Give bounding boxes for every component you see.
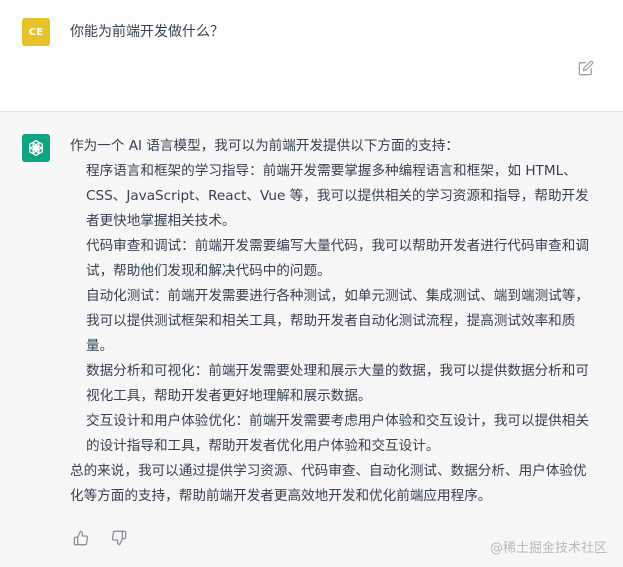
- bot-avatar: [22, 134, 50, 162]
- answer-item-code-review: 代码审查和调试：前端开发需要编写大量代码，我可以帮助开发者进行代码审查和调试，帮…: [86, 238, 589, 279]
- watermark: @稀土掘金技术社区: [489, 541, 607, 556]
- thumbs-down-icon[interactable]: [111, 530, 127, 546]
- answer-summary: 总的来说，我可以通过提供学习资源、代码审查、自动化测试、数据分析、用户体验优化等…: [70, 463, 587, 504]
- user-message-text: 你能为前端开发做什么？: [70, 24, 224, 40]
- answer-intro: 作为一个 AI 语言模型，我可以为前端开发提供以下方面的支持：: [70, 138, 459, 154]
- user-message-block: CE 你能为前端开发做什么？: [0, 0, 623, 112]
- openai-logo-icon: [29, 140, 43, 156]
- user-avatar-initials: CE: [28, 26, 44, 38]
- assistant-answer: 作为一个 AI 语言模型，我可以为前端开发提供以下方面的支持： 程序语言和框架的…: [70, 134, 595, 509]
- assistant-message-block: 作为一个 AI 语言模型，我可以为前端开发提供以下方面的支持： 程序语言和框架的…: [0, 112, 623, 567]
- answer-item-learning: 程序语言和框架的学习指导：前端开发需要掌握多种编程语言和框架，如 HTML、CS…: [86, 163, 589, 229]
- feedback-bar: [73, 530, 127, 546]
- answer-item-ux: 交互设计和用户体验优化：前端开发需要考虑用户体验和交互设计，我可以提供相关的设计…: [86, 413, 589, 454]
- edit-icon[interactable]: [578, 60, 594, 76]
- thumbs-up-icon[interactable]: [73, 530, 89, 546]
- answer-item-visualization: 数据分析和可视化：前端开发需要处理和展示大量的数据，我可以提供数据分析和可视化工…: [86, 363, 589, 404]
- chat-page: CE 你能为前端开发做什么？ 作为一个 AI 语言模型，我可以为前端开发提供以下…: [0, 0, 623, 567]
- answer-item-testing: 自动化测试：前端开发需要进行各种测试，如单元测试、集成测试、端到端测试等，我可以…: [86, 288, 589, 354]
- user-avatar: CE: [22, 18, 50, 46]
